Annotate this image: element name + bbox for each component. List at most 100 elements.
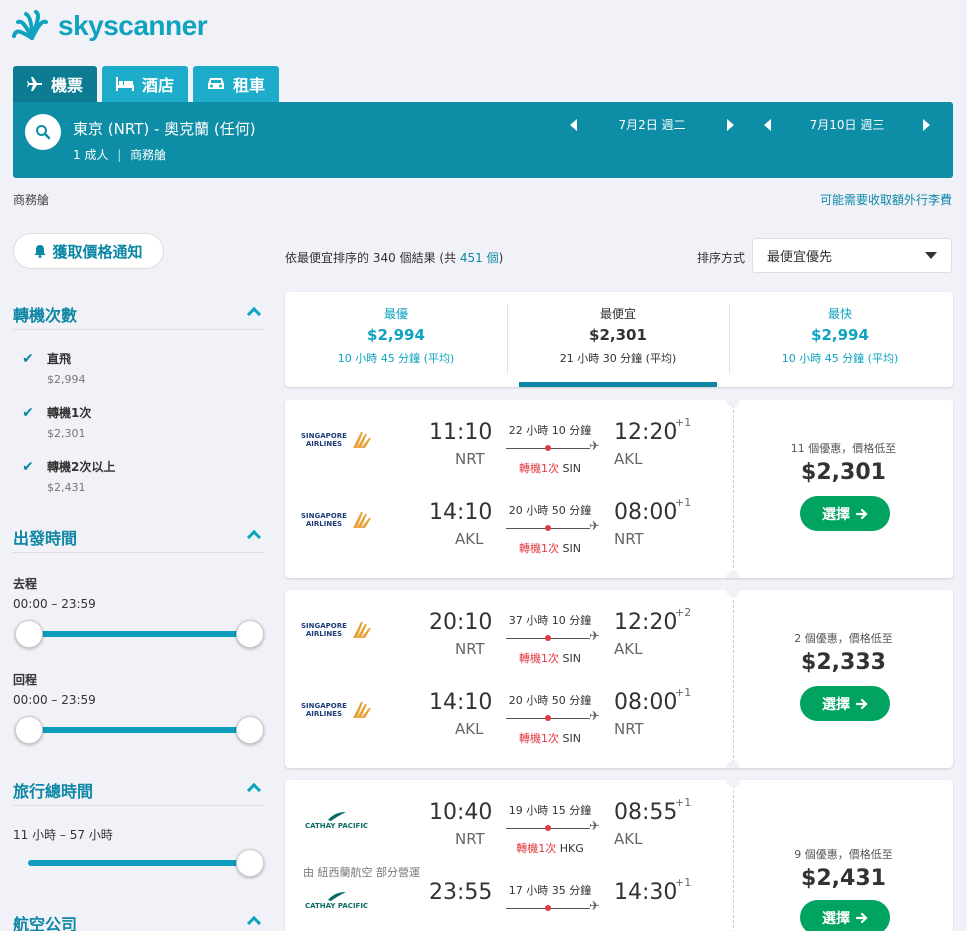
select-button[interactable]: 選擇 (800, 496, 890, 531)
airline-logo: CATHAY PACIFIC (305, 810, 368, 830)
results-total-link[interactable]: 451 個 (460, 251, 499, 265)
stop-option-label: 直飛 (47, 352, 72, 366)
outbound-label: 去程 (13, 577, 38, 591)
departure-time: 20:10 (429, 610, 493, 635)
filter-airlines-title[interactable]: 航空公司 (13, 911, 77, 931)
plane-icon: ✈ (589, 819, 600, 834)
price-alert-button[interactable]: 獲取價格通知 (13, 233, 164, 269)
sort-tab-cheapest[interactable]: 最便宜 $2,301 21 小時 30 分鐘 (平均) (507, 292, 729, 387)
deal-count: 2 個優惠，價格低至 (794, 632, 893, 645)
prev-date-arrow-icon[interactable] (570, 118, 577, 131)
flight-leg: SINGAPORE AIRLINES 20:10 NRT 37 小時 10 分鐘 … (285, 604, 733, 684)
search-summary-bar[interactable]: 東京 (NRT) - 奧克蘭 (任何) 1 成人 | 商務艙 7月2日 週二 7… (13, 102, 953, 178)
card-divider (733, 400, 734, 578)
sort-tab-duration: 21 小時 30 分鐘 (平均) (559, 352, 677, 365)
stops-count: 轉機1次 (519, 462, 560, 475)
tab-cars[interactable]: 租車 (193, 66, 280, 102)
skyscanner-logo[interactable]: skyscanner (12, 10, 208, 42)
slider-handle-end[interactable] (236, 620, 264, 648)
search-icon (36, 125, 51, 140)
bag-fee-link[interactable]: 可能需要收取額外行李費 (820, 191, 952, 208)
duration-slider[interactable] (28, 860, 250, 866)
sort-tab-active-indicator (519, 382, 717, 387)
return-date[interactable]: 7月10日 週三 (771, 116, 923, 133)
filter-stops-title[interactable]: 轉機次數 (13, 302, 77, 326)
sort-tab-price: $2,994 (367, 326, 425, 344)
plane-icon: ✈ (589, 519, 600, 534)
departure-time: 14:10 (429, 690, 493, 715)
departure-airport: NRT (455, 640, 485, 658)
plane-icon: ✈ (589, 629, 600, 644)
next-date-arrow-icon[interactable] (923, 118, 930, 131)
result-card[interactable]: CATHAY PACIFIC 10:40 NRT 19 小時 15 分鐘 ✈ 轉… (285, 780, 953, 931)
filter-stops-direct[interactable]: ✔ 直飛 $2,994 (19, 350, 85, 386)
filter-stops-one[interactable]: ✔ 轉機1次 $2,301 (19, 404, 91, 440)
cabin-label: 商務艙 (13, 193, 50, 207)
tab-flights[interactable]: 機票 (13, 66, 98, 102)
depart-date-picker: 7月2日 週二 (570, 116, 734, 133)
search-button[interactable] (25, 114, 61, 150)
cathay-pacific-brushwing-icon (327, 892, 346, 901)
depart-date[interactable]: 7月2日 週二 (577, 116, 727, 133)
slider-handle-start[interactable] (15, 716, 43, 744)
flight-leg: CATHAY PACIFIC 23:55 17 小時 35 分鐘 ✈ 14:30… (285, 874, 733, 931)
result-card[interactable]: SINGAPORE AIRLINES 11:10 NRT 22 小時 10 分鐘 … (285, 400, 953, 578)
return-time-slider[interactable] (28, 727, 250, 733)
search-route: 東京 (NRT) - 奧克蘭 (任何) (73, 120, 256, 138)
slider-handle-end[interactable] (236, 716, 264, 744)
stop-airport: SIN (562, 732, 581, 745)
deal-price: $2,333 (801, 650, 886, 675)
tab-label: 酒店 (142, 76, 175, 95)
passenger-count: 1 成人 (73, 148, 109, 162)
stops-info: 轉機1次 SIN (500, 730, 600, 746)
results-sort-word: 最便宜 (297, 251, 334, 265)
sort-tab-best[interactable]: 最優 $2,994 10 小時 45 分鐘 (平均) (285, 292, 507, 387)
tab-hotels[interactable]: 酒店 (102, 66, 189, 102)
sort-tab-title: 最優 (383, 307, 408, 321)
chevron-up-icon[interactable] (246, 529, 262, 545)
stop-airport: SIN (562, 462, 581, 475)
flight-duration: 22 小時 10 分鐘 (508, 424, 592, 437)
chevron-up-icon[interactable] (246, 306, 262, 322)
sort-tab-title: 最快 (827, 307, 852, 321)
stops-count: 轉機1次 (519, 732, 560, 745)
slider-handle-end[interactable] (236, 849, 264, 877)
arrival-time: 12:20 (614, 610, 678, 635)
stops-info: 轉機1次 SIN (500, 650, 600, 666)
bed-icon (116, 77, 135, 91)
checkbox-checked-icon[interactable]: ✔ (19, 350, 37, 368)
tab-label: 租車 (233, 76, 266, 95)
sort-tab-duration: 10 小時 45 分鐘 (平均) (337, 352, 455, 365)
departure-time: 23:55 (429, 880, 493, 905)
checkbox-checked-icon[interactable]: ✔ (19, 458, 37, 476)
chevron-up-icon[interactable] (246, 915, 262, 931)
flight-duration: 20 小時 50 分鐘 (508, 504, 592, 517)
select-button-label: 選擇 (822, 910, 850, 927)
next-date-arrow-icon[interactable] (727, 118, 734, 131)
plus-days: +1 (675, 796, 692, 809)
select-button[interactable]: 選擇 (800, 686, 890, 721)
filter-stops-two-plus[interactable]: ✔ 轉機2次以上 $2,431 (19, 458, 115, 494)
skyscanner-logo-icon (12, 10, 48, 40)
sort-tab-fastest[interactable]: 最快 $2,994 10 小時 45 分鐘 (平均) (729, 292, 951, 387)
flight-leg: CATHAY PACIFIC 10:40 NRT 19 小時 15 分鐘 ✈ 轉… (285, 794, 733, 879)
outbound-time-slider[interactable] (28, 631, 250, 637)
deal-price: $2,431 (801, 866, 886, 891)
flight-duration: 17 小時 35 分鐘 (508, 884, 592, 897)
checkbox-checked-icon[interactable]: ✔ (19, 404, 37, 422)
stop-airport: SIN (562, 652, 581, 665)
slider-handle-start[interactable] (15, 620, 43, 648)
filter-duration-title[interactable]: 旅行總時間 (13, 778, 93, 802)
chevron-up-icon[interactable] (246, 782, 262, 798)
prev-date-arrow-icon[interactable] (764, 118, 771, 131)
arrival-airport: AKL (614, 640, 643, 658)
select-button-label: 選擇 (822, 696, 850, 713)
sort-label: 排序方式 (697, 251, 746, 265)
singapore-airlines-bird-icon (352, 512, 371, 528)
sort-select[interactable]: 最便宜優先 (752, 238, 952, 273)
select-button[interactable]: 選擇 (800, 900, 890, 931)
filter-depart-time-title[interactable]: 出發時間 (13, 525, 77, 549)
stop-option-price: $2,431 (47, 481, 86, 494)
arrival-airport: NRT (614, 720, 644, 738)
result-card[interactable]: SINGAPORE AIRLINES 20:10 NRT 37 小時 10 分鐘 … (285, 590, 953, 768)
